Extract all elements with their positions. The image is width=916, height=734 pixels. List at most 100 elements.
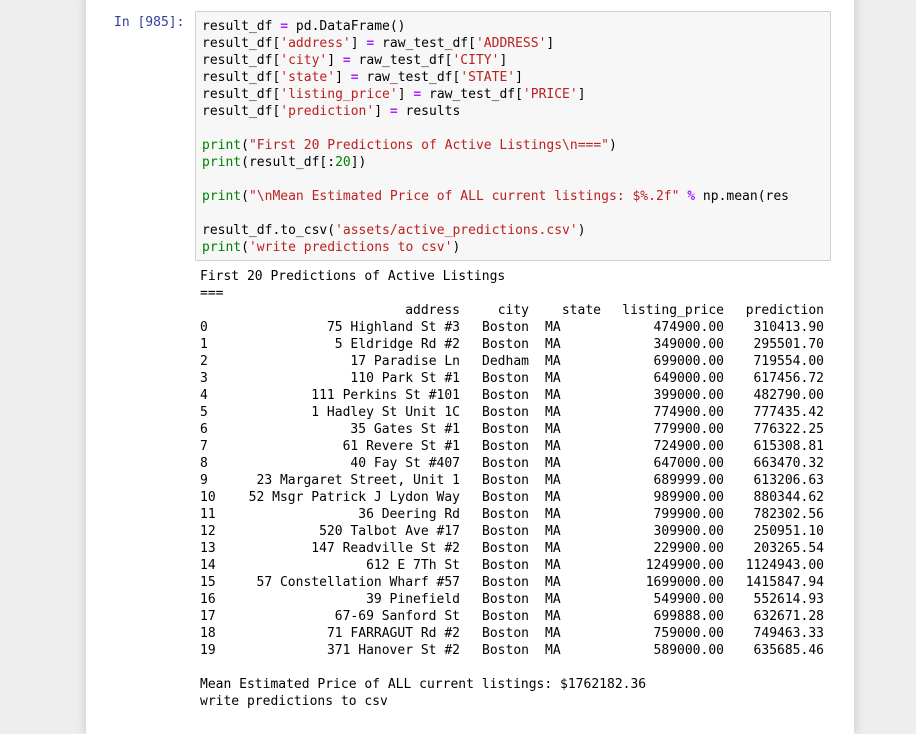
code-token: ]) — [350, 155, 367, 170]
code-token: result_df — [202, 19, 281, 34]
cell-listing-price: 779900.00 — [653, 422, 724, 437]
code-token: "\nMean Estimated Price of ALL current l… — [248, 189, 680, 204]
cell-listing-price: 724900.00 — [653, 439, 724, 454]
code-line: result_df['listing_price'] = raw_test_df… — [202, 86, 789, 103]
cell-city: Boston — [482, 507, 529, 522]
cell-city: Boston — [482, 337, 529, 352]
cell-city: Boston — [482, 388, 529, 403]
cell-listing-price: 699000.00 — [653, 354, 724, 369]
table-row: 1 5 Eldridge Rd #2 Boston MA 349000.00 295501… — [200, 336, 824, 353]
code-token: 'ADDRESS' — [475, 36, 547, 51]
cell-city: Boston — [482, 643, 529, 658]
cell-listing-price: 989900.00 — [653, 490, 724, 505]
table-row: 12 520 Talbot Ave #17 Boston MA 309900.00 250… — [200, 523, 824, 540]
cell-city: Boston — [482, 541, 529, 556]
table-row: 14 612 E 7Th St Boston MA 1249900.00 1124943.… — [200, 557, 824, 574]
row-index: 7 — [200, 439, 208, 454]
cell-state: MA — [545, 524, 561, 539]
cell-state: MA — [545, 405, 561, 420]
cell-address: 1 Hadley St Unit 1C — [311, 405, 460, 420]
code-token: pd.DataFrame() — [288, 19, 406, 34]
cell-state: MA — [545, 456, 561, 471]
cell-listing-price: 349000.00 — [653, 337, 724, 352]
row-index: 13 — [200, 541, 216, 556]
code-token: 'state' — [280, 70, 336, 85]
code-token: (result_df[: — [241, 155, 336, 170]
row-index: 4 — [200, 388, 208, 403]
cell-address: 35 Gates St #1 — [350, 422, 460, 437]
cell-prediction: 615308.81 — [753, 439, 824, 454]
row-index: 0 — [200, 320, 208, 335]
row-index: 9 — [200, 473, 208, 488]
column-header-prediction: prediction — [745, 303, 824, 318]
cell-address: 17 Paradise Ln — [350, 354, 460, 369]
cell-prediction: 719554.00 — [753, 354, 824, 369]
cell-city: Boston — [482, 320, 529, 335]
code-line: result_df['city'] = raw_test_df['CITY'] — [202, 52, 789, 69]
table-row: 17 67-69 Sanford St Boston MA 699888.00 63267… — [200, 608, 824, 625]
cell-address: 612 E 7Th St — [366, 558, 460, 573]
row-index: 8 — [200, 456, 208, 471]
input-prompt: In [985]: — [114, 15, 185, 30]
cell-address: 23 Margaret Street, Unit 1 — [256, 473, 461, 488]
cell-output: First 20 Predictions of Active Listings … — [200, 268, 824, 710]
cell-state: MA — [545, 320, 561, 335]
cell-listing-price: 689999.00 — [653, 473, 724, 488]
table-row: 11 36 Deering Rd Boston MA 799900.00 782302.5… — [200, 506, 824, 523]
row-index: 11 — [200, 507, 216, 522]
table-row: 19 371 Hanover St #2 Boston MA 589000.00 6356… — [200, 642, 824, 659]
row-index: 18 — [200, 626, 216, 641]
code-token: raw_test_df[ — [421, 87, 523, 102]
code-token: ] — [350, 36, 367, 51]
code-cell-input[interactable]: result_df = pd.DataFrame() result_df['add… — [195, 11, 831, 261]
code-token: result_df[ — [202, 53, 281, 68]
code-token: 'PRICE' — [522, 87, 578, 102]
cell-prediction: 782302.56 — [753, 507, 824, 522]
output-blank-line — [200, 659, 824, 676]
code-editor[interactable]: result_df = pd.DataFrame() result_df['add… — [202, 18, 789, 256]
cell-address: 52 Msgr Patrick J Lydon Way — [248, 490, 460, 505]
cell-listing-price: 589000.00 — [653, 643, 724, 658]
code-token: print — [202, 155, 242, 170]
code-token: 'STATE' — [460, 70, 516, 85]
cell-city: Boston — [482, 473, 529, 488]
code-token: 'assets/active_predictions.csv' — [335, 223, 578, 238]
cell-listing-price: 549900.00 — [653, 592, 724, 607]
dataframe-output: address city state listing_price predict… — [200, 302, 824, 659]
cell-city: Boston — [482, 575, 529, 590]
row-index: 12 — [200, 524, 216, 539]
cell-address: 40 Fay St #407 — [350, 456, 460, 471]
code-token: = — [342, 53, 351, 68]
table-row: 2 17 Paradise Ln Dedham MA 699000.00 719554.0… — [200, 353, 824, 370]
cell-address: 67-69 Sanford St — [334, 609, 460, 624]
column-header-listing-price: listing_price — [622, 303, 724, 318]
cell-city: Boston — [482, 405, 529, 420]
cell-listing-price: 1699000.00 — [645, 575, 724, 590]
code-line: result_df['state'] = raw_test_df['STATE'… — [202, 69, 789, 86]
cell-state: MA — [545, 473, 561, 488]
cell-state: MA — [545, 337, 561, 352]
dataframe-body: 0 75 Highland St #3 Boston MA 474900.00 31041… — [200, 319, 824, 659]
cell-prediction: 203265.54 — [753, 541, 824, 556]
code-token: ( — [241, 240, 249, 255]
dataframe-header-row: address city state listing_price predict… — [200, 302, 824, 319]
table-row: 18 71 FARRAGUT Rd #2 Boston MA 759000.00 7494… — [200, 625, 824, 642]
code-token: 'city' — [280, 53, 328, 68]
cell-prediction: 632671.28 — [753, 609, 824, 624]
column-header-city: city — [497, 303, 529, 318]
cell-listing-price: 699888.00 — [653, 609, 724, 624]
cell-prediction: 776322.25 — [753, 422, 824, 437]
cell-city: Boston — [482, 422, 529, 437]
cell-listing-price: 474900.00 — [653, 320, 724, 335]
cell-prediction: 552614.93 — [753, 592, 824, 607]
cell-city: Boston — [482, 626, 529, 641]
cell-city: Boston — [482, 439, 529, 454]
row-index: 19 — [200, 643, 216, 658]
cell-prediction: 777435.42 — [753, 405, 824, 420]
index-header — [200, 302, 233, 319]
cell-prediction: 880344.62 — [753, 490, 824, 505]
code-line: result_df['address'] = raw_test_df['ADDR… — [202, 35, 789, 52]
row-index: 5 — [200, 405, 208, 420]
cell-city: Boston — [482, 456, 529, 471]
